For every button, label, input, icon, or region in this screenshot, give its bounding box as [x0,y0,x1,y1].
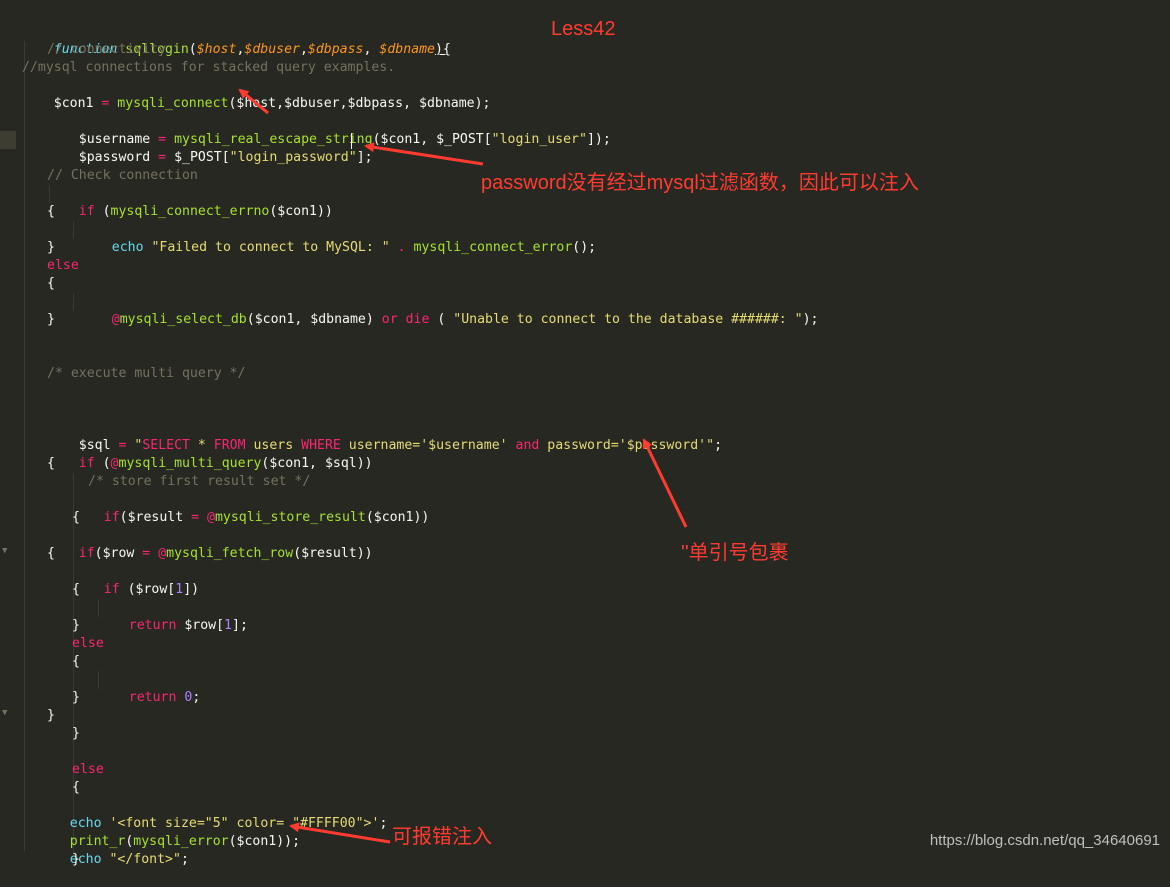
arrow-to-password [364,142,484,166]
arrow-to-connect [238,88,269,115]
annotation-arrows [238,88,688,844]
arrow-to-error [289,822,391,844]
watermark: https://blog.csdn.net/qq_34640691 [929,832,1160,849]
arrow-to-sql [642,438,688,528]
